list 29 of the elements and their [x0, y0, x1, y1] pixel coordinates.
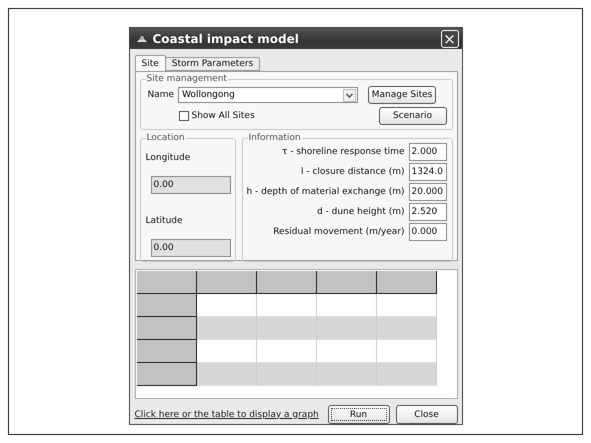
field-label: Latitude [146, 216, 183, 226]
field-label: Longitude [146, 153, 190, 163]
name-dropdown[interactable]: Wollongong [178, 87, 358, 103]
field-label: Residual movement (m/year) [273, 227, 404, 237]
parameter-field[interactable]: 2.520 [408, 203, 446, 221]
group-title: Site management [146, 74, 228, 84]
window-title: Coastal impact model [152, 32, 300, 46]
tab[interactable]: Site [134, 55, 166, 71]
close-button[interactable]: × [440, 30, 458, 48]
manage-sites-button[interactable]: Manage Sites [368, 86, 436, 104]
coordinate-field[interactable]: 0.00 [150, 176, 230, 194]
group-title: Information [248, 133, 302, 143]
run-button[interactable]: Run [328, 405, 390, 424]
parameter-field[interactable]: 2.000 [408, 143, 446, 161]
parameter-field[interactable]: 0.000 [408, 223, 446, 241]
graph-link[interactable]: Click here or the table to display a graph [134, 410, 322, 420]
scenario-button[interactable]: Scenario [378, 107, 446, 125]
coordinate-field[interactable]: 0.00 [150, 239, 230, 257]
field-label: τ - shoreline response time [282, 147, 404, 157]
close-dialog-button[interactable]: Close [396, 405, 458, 424]
field-label: Name [148, 90, 174, 100]
field-label: d - dune height (m) [316, 207, 404, 217]
field-label: l - closure distance (m) [300, 167, 404, 177]
parameter-field[interactable]: 20.000 [408, 183, 446, 201]
tab[interactable]: Storm Parameters [164, 57, 260, 71]
parameter-field[interactable]: 1324.0 [408, 163, 446, 181]
field-label: h - depth of material exchange (m) [246, 187, 404, 197]
group-title: Location [146, 133, 186, 143]
checkbox-label: Show All Sites [192, 111, 255, 121]
